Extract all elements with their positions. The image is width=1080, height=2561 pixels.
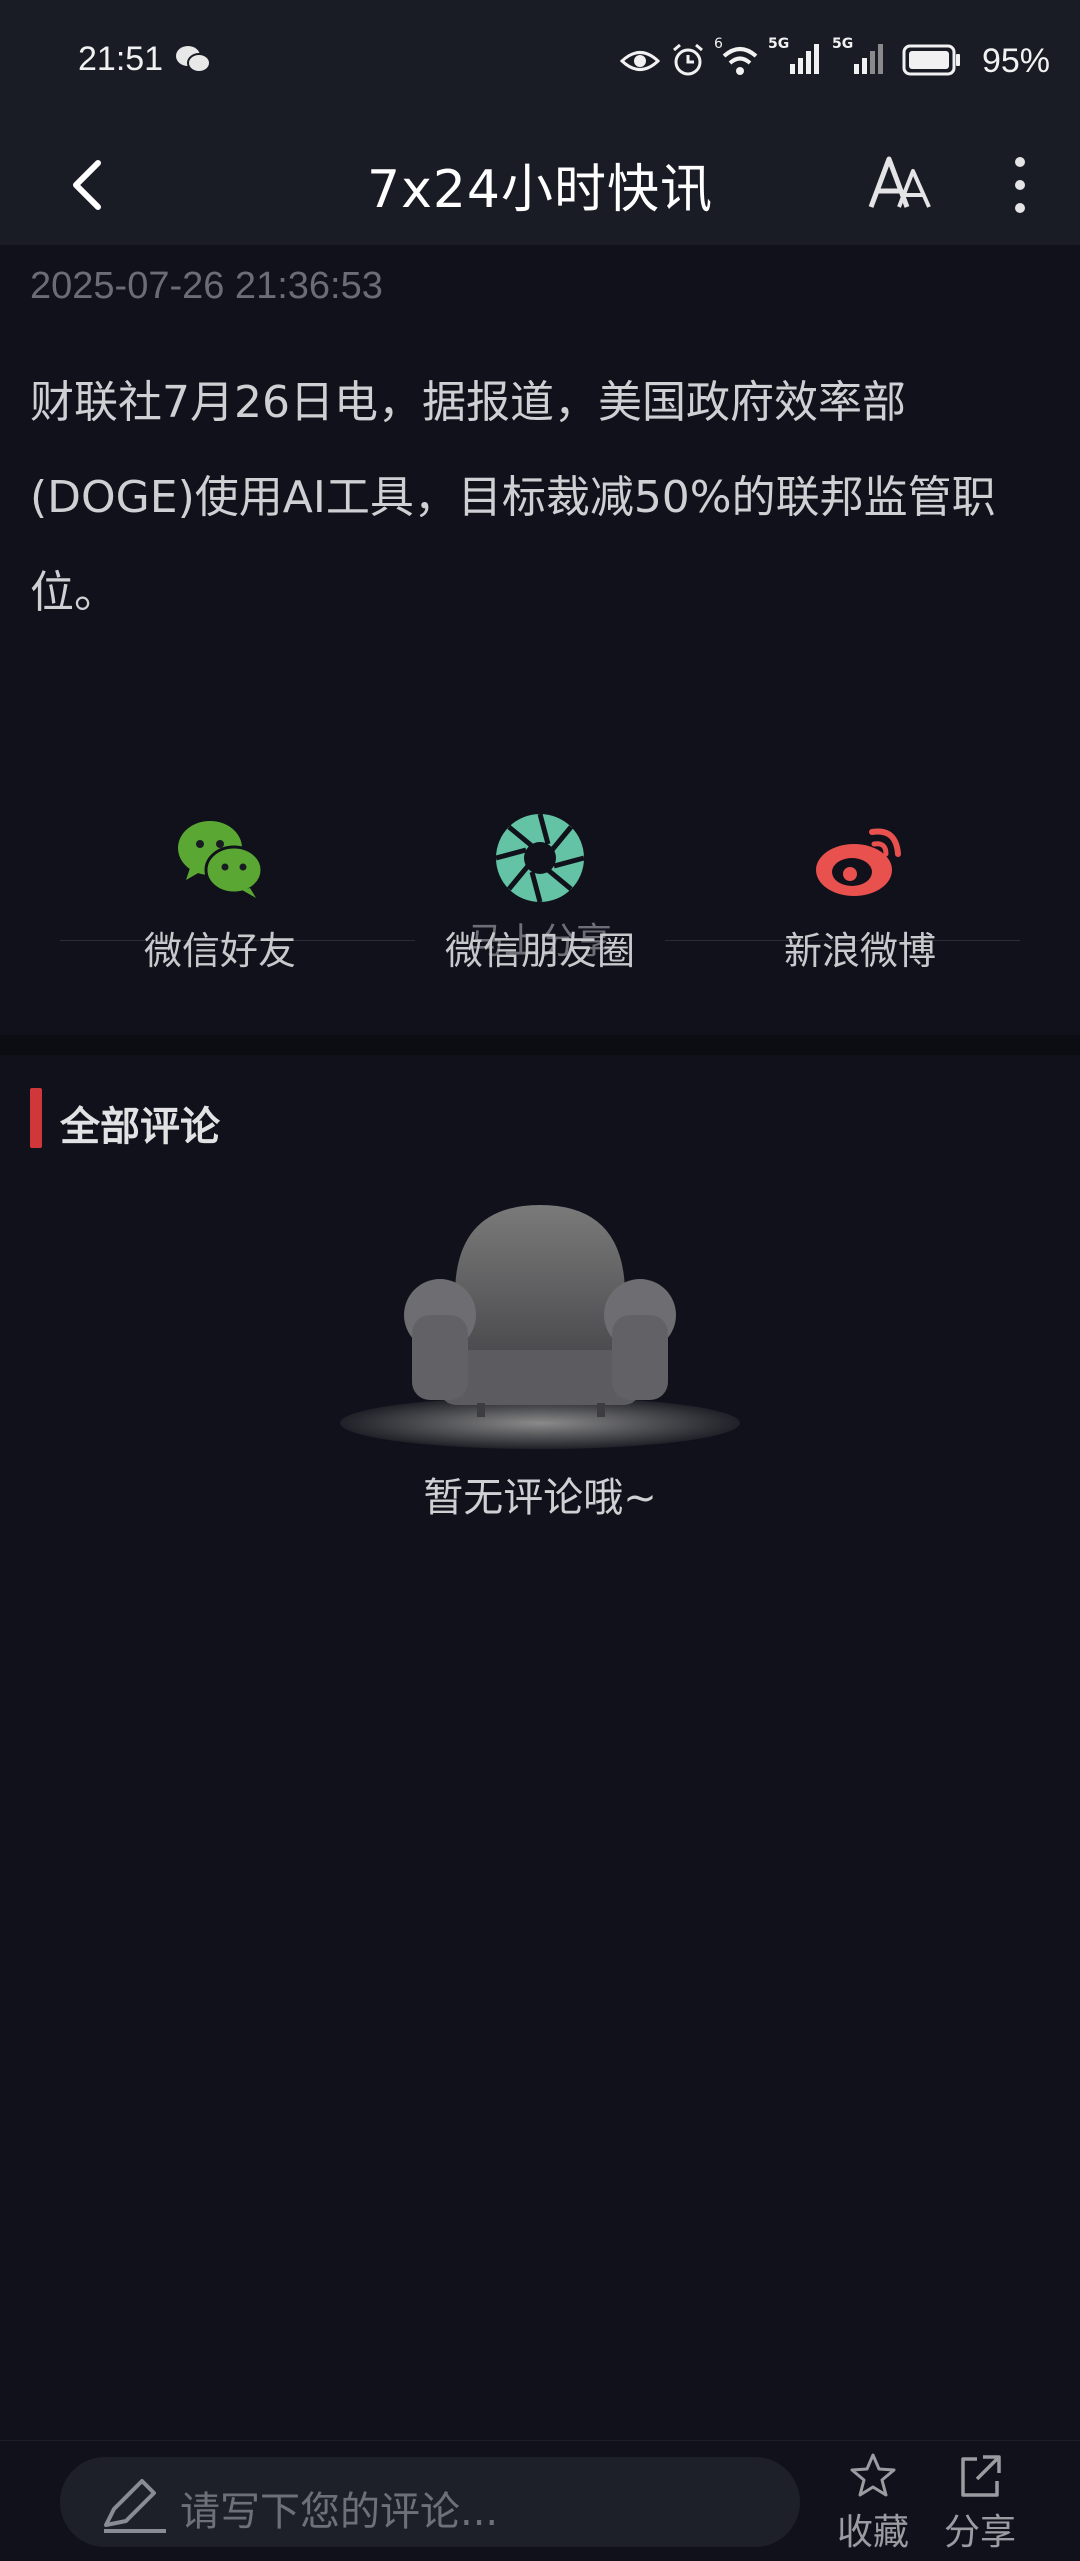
- comment-input[interactable]: 请写下您的评论...: [60, 2457, 800, 2547]
- network-label: 5G: [832, 36, 854, 52]
- star-icon: [850, 2453, 896, 2497]
- share-item-label: 新浪微博: [783, 929, 936, 973]
- pen-icon: [104, 2479, 166, 2533]
- status-time: 21:51: [78, 40, 164, 78]
- status-icons: 6 5G 5G 95%: [620, 36, 1050, 84]
- article-content: 财联社7月26日电，据报道，美国政府效率部(DOGE)使用AI工具，目标裁减50…: [30, 377, 996, 618]
- signal-icon: [854, 44, 883, 74]
- share-moments-button[interactable]: 微信朋友圈: [410, 810, 670, 975]
- empty-sofa-illustration: [340, 1205, 740, 1449]
- comments-title: 全部评论: [60, 1104, 220, 1150]
- bottom-bar: 请写下您的评论... 收藏 分享: [0, 2440, 1080, 2561]
- font-size-icon[interactable]: [865, 145, 935, 225]
- share-label: 分享: [943, 2512, 1016, 2553]
- favorite-label: 收藏: [836, 2512, 909, 2553]
- news-article: 2025-07-26 21:36:53 财联社7月26日电，据报道，美国政府效率…: [0, 245, 1080, 1055]
- section-separator: [0, 1035, 1080, 1055]
- weibo-icon: [816, 828, 901, 896]
- section-accent-bar: [30, 1088, 42, 1148]
- alarm-icon: [673, 43, 703, 76]
- share-icon: [961, 2455, 1001, 2497]
- header-bar: 7x24小时快讯: [0, 125, 1080, 245]
- wifi-icon: [722, 47, 758, 75]
- share-item-label: 微信朋友圈: [444, 929, 635, 973]
- wechat-notification-icon: [176, 46, 211, 73]
- empty-comments-text: 暂无评论哦~: [423, 1475, 657, 1521]
- moments-icon: [495, 813, 585, 903]
- share-wechat-friend-button[interactable]: 微信好友: [90, 810, 350, 975]
- status-bar: 21:51 6 5G 5G 95%: [0, 0, 1080, 125]
- share-item-label: 微信好友: [143, 929, 296, 973]
- signal-icon: [790, 44, 819, 74]
- network-label: 5G: [768, 36, 790, 52]
- favorite-button[interactable]: 收藏: [823, 2451, 923, 2555]
- eye-icon: [620, 51, 660, 71]
- article-timestamp: 2025-07-26 21:36:53: [30, 265, 383, 307]
- battery-percent: 95%: [981, 42, 1050, 80]
- share-weibo-button[interactable]: 新浪微博: [730, 810, 990, 975]
- share-button[interactable]: 分享: [930, 2451, 1030, 2555]
- comment-placeholder: 请写下您的评论...: [180, 2489, 499, 2535]
- wechat-icon: [178, 821, 264, 898]
- more-icon[interactable]: [1000, 150, 1040, 220]
- battery-icon: [902, 44, 960, 76]
